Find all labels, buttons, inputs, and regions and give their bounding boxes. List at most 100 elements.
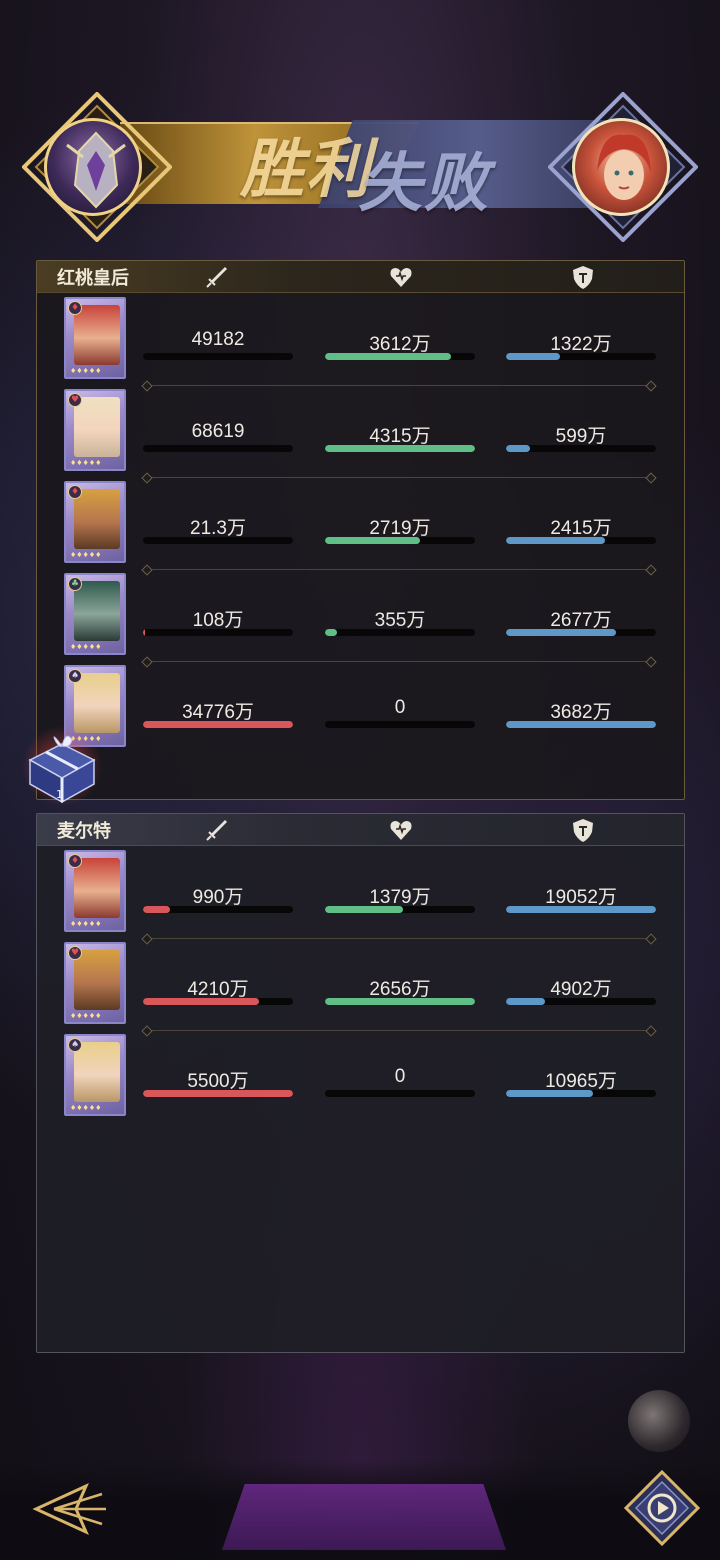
hp-stat: 2719万 (325, 513, 475, 553)
member-row[interactable]: ♠ ♦♦♦♦♦ 5500万 0 10965万 (37, 1030, 684, 1116)
hp-bar-fill (325, 998, 475, 1005)
defense-stat: 1322万 (506, 329, 656, 369)
attack-bar-fill (143, 998, 259, 1005)
attack-bar (143, 353, 293, 360)
hp-bar-fill (325, 629, 337, 636)
defense-bar (506, 721, 656, 728)
defense-value: 19052万 (545, 887, 617, 908)
green-haired-elf-card (74, 581, 120, 641)
defense-bar-fill (506, 629, 616, 636)
hp-bar (325, 1090, 475, 1097)
back-arrow-icon[interactable] (30, 1474, 110, 1544)
attack-bar-fill (143, 1090, 293, 1097)
hp-bar-fill (325, 353, 451, 360)
character-card[interactable]: ♥ ♦♦♦♦♦ (64, 389, 126, 471)
floating-orb[interactable] (628, 1390, 690, 1452)
hp-bar (325, 445, 475, 452)
defense-bar-fill (506, 537, 605, 544)
defense-value: 2415万 (550, 518, 612, 539)
suit-badge: ♦ (68, 854, 82, 868)
defense-bar (506, 445, 656, 452)
suit-badge: ♦ (68, 301, 82, 315)
team-header: 麦尔特 (37, 814, 684, 846)
hp-value: 4315万 (369, 426, 431, 447)
hp-value: 0 (394, 697, 406, 718)
shield-icon (573, 819, 593, 842)
hp-value: 2656万 (369, 979, 431, 1000)
character-card[interactable]: ♦ ♦♦♦♦♦ (64, 297, 126, 379)
team-header: 红桃皇后 (37, 261, 684, 293)
confirm-button[interactable] (222, 1484, 506, 1550)
member-row[interactable]: ♣ ♦♦♦♦♦ 108万 355万 2677万 (37, 569, 684, 655)
attack-bar (143, 998, 293, 1005)
armored-knight-avatar[interactable] (44, 118, 142, 216)
character-card[interactable]: ♦ ♦♦♦♦♦ (64, 850, 126, 932)
attack-bar (143, 445, 293, 452)
defense-value: 10965万 (545, 1071, 617, 1092)
defense-bar (506, 1090, 656, 1097)
defense-bar (506, 998, 656, 1005)
member-row[interactable]: ♦ ♦♦♦♦♦ 990万 1379万 19052万 (37, 846, 684, 932)
member-row[interactable]: ♦ ♦♦♦♦♦ 49182 3612万 1322万 (37, 293, 684, 379)
suit-badge: ♣ (68, 577, 82, 591)
hp-stat: 3612万 (325, 329, 475, 369)
suit-badge: ♠ (68, 669, 82, 683)
defense-stat: 3682万 (506, 697, 656, 737)
bearded-king-card (74, 489, 120, 549)
attack-value: 68619 (191, 421, 245, 442)
member-row[interactable]: ♥ ♦♦♦♦♦ 68619 4315万 599万 (37, 385, 684, 471)
defense-value: 599万 (555, 426, 607, 447)
team-panel-mert: 麦尔特 ♦ ♦♦♦♦♦ 990万 1379万 19052万 ♥ ♦♦♦♦♦ 42… (36, 813, 685, 1353)
defense-bar-fill (506, 445, 530, 452)
hp-bar (325, 721, 475, 728)
victory-label: 胜利 (240, 132, 372, 207)
defense-value: 3682万 (550, 702, 612, 723)
star-rating: ♦♦♦♦♦ (70, 643, 102, 651)
member-row[interactable]: ♦ ♦♦♦♦♦ 21.3万 2719万 2415万 (37, 477, 684, 563)
defense-bar-fill (506, 353, 560, 360)
member-row[interactable]: ♠ ♦♦♦♦♦ 34776万 0 3682万 (37, 661, 684, 747)
defense-stat: 2677万 (506, 605, 656, 645)
attack-bar (143, 1090, 293, 1097)
heart-icon (390, 268, 412, 287)
sword-icon (206, 820, 227, 841)
character-card[interactable]: ♥ ♦♦♦♦♦ (64, 942, 126, 1024)
star-rating: ♦♦♦♦♦ (70, 459, 102, 467)
star-rating: ♦♦♦♦♦ (70, 920, 102, 928)
attack-value: 49182 (191, 329, 245, 350)
attack-stat: 68619 (143, 421, 293, 461)
red-haired-queen-card (74, 305, 120, 365)
hp-bar (325, 537, 475, 544)
attack-value: 108万 (192, 610, 244, 631)
defense-value: 1322万 (550, 334, 612, 355)
defense-bar-fill (506, 721, 656, 728)
heart-icon (390, 821, 412, 840)
attack-bar (143, 629, 293, 636)
attack-value: 5500万 (187, 1071, 249, 1092)
character-card[interactable]: ♦ ♦♦♦♦♦ (64, 481, 126, 563)
defense-stat: 2415万 (506, 513, 656, 553)
defense-bar (506, 353, 656, 360)
hp-bar (325, 906, 475, 913)
hp-value: 2719万 (369, 518, 431, 539)
attack-stat: 4210万 (143, 974, 293, 1014)
character-card[interactable]: ♣ ♦♦♦♦♦ (64, 573, 126, 655)
red-haired-queen-avatar[interactable] (572, 118, 670, 216)
defense-bar (506, 629, 656, 636)
team-panel-red-queen: 红桃皇后 ♦ ♦♦♦♦♦ 49182 3612万 1322万 ♥ ♦♦♦♦♦ 6… (36, 260, 685, 800)
defense-bar-fill (506, 906, 656, 913)
replay-play-icon[interactable] (624, 1470, 700, 1546)
defense-bar (506, 537, 656, 544)
hp-stat: 355万 (325, 605, 475, 645)
member-row[interactable]: ♥ ♦♦♦♦♦ 4210万 2656万 4902万 (37, 938, 684, 1024)
suit-badge: ♥ (68, 946, 82, 960)
defense-stat: 19052万 (506, 882, 656, 922)
bearded-king-card (74, 950, 120, 1010)
star-rating: ♦♦♦♦♦ (70, 367, 102, 375)
star-rating: ♦♦♦♦♦ (70, 551, 102, 559)
attack-stat: 34776万 (143, 697, 293, 737)
attack-bar-fill (143, 906, 170, 913)
sword-icon (206, 267, 227, 288)
attack-stat: 49182 (143, 329, 293, 369)
character-card[interactable]: ♠ ♦♦♦♦♦ (64, 1034, 126, 1116)
